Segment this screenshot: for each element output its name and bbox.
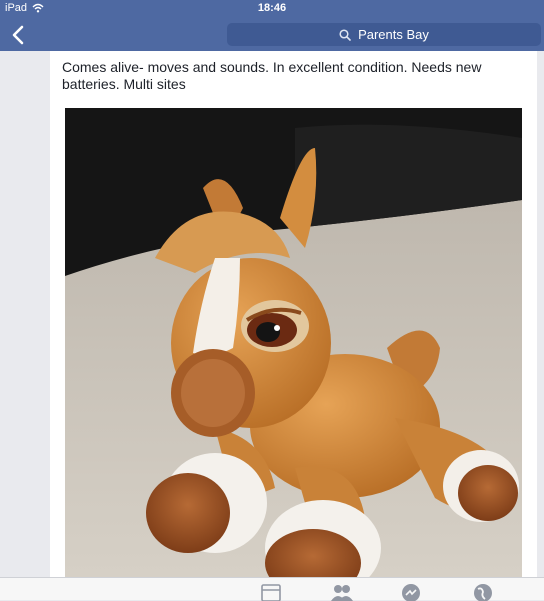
- nav-bar: Parents Bay: [0, 18, 544, 51]
- search-icon: [339, 28, 351, 41]
- friends-icon: [331, 585, 353, 601]
- globe-icon: [474, 584, 492, 601]
- plush-horse-image: [65, 108, 522, 577]
- tab-messages[interactable]: [398, 581, 424, 601]
- back-button[interactable]: [8, 24, 30, 46]
- tab-friend-requests[interactable]: [329, 581, 355, 601]
- search-label: Parents Bay: [358, 27, 429, 42]
- tab-notifications[interactable]: [470, 581, 496, 601]
- news-feed-icon: [261, 584, 281, 601]
- post-text: Comes alive- moves and sounds. In excell…: [62, 59, 482, 92]
- status-bar: iPad 18:46: [0, 0, 544, 18]
- chevron-left-icon: [12, 25, 24, 45]
- messenger-icon: [402, 584, 420, 601]
- tab-news-feed[interactable]: [258, 581, 284, 601]
- status-time: 18:46: [257, 2, 287, 14]
- search-bar[interactable]: Parents Bay: [227, 23, 541, 46]
- post-card: Comes alive- moves and sounds. In excell…: [50, 51, 537, 577]
- post-photo[interactable]: [65, 108, 522, 577]
- tab-bar: [0, 577, 544, 601]
